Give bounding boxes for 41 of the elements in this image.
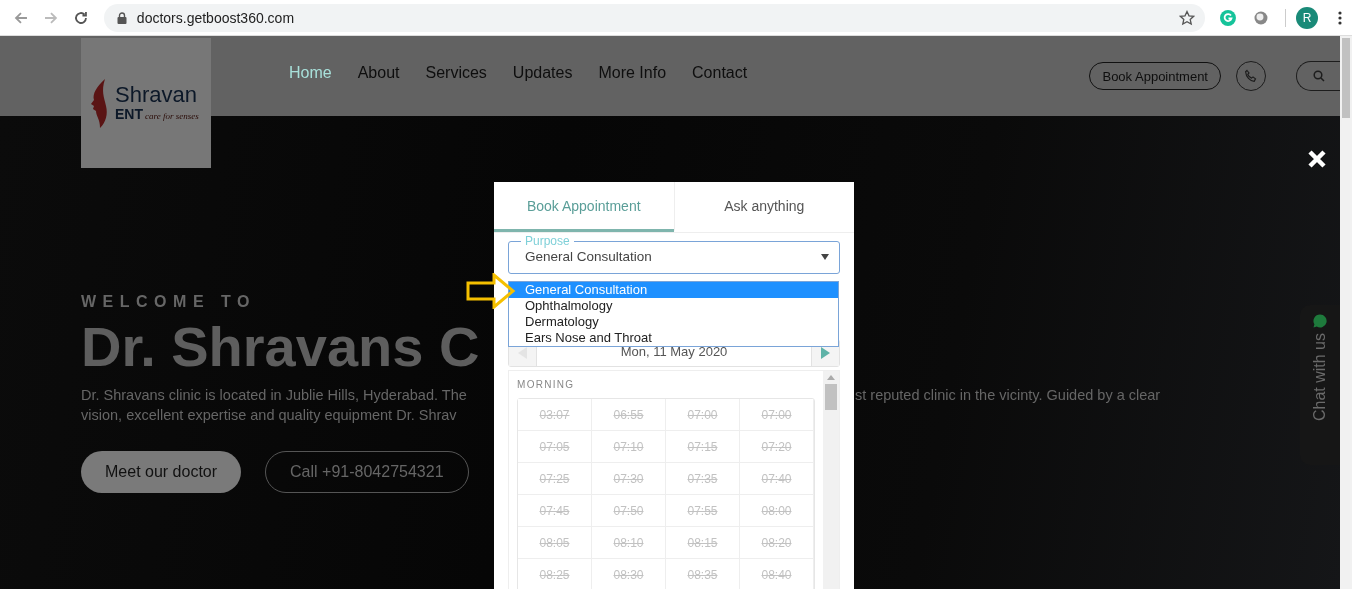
scrollbar-thumb[interactable] <box>825 384 837 410</box>
hero-description: Dr. Shravans clinic is located in Jublie Hills, Hyderabad. The <box>81 386 468 406</box>
search-icon <box>1312 70 1325 82</box>
dropdown-option[interactable]: Ophthalmology <box>509 298 838 314</box>
logo-tagline: care for senses <box>145 111 199 121</box>
nav-link[interactable]: Contact <box>692 64 748 82</box>
chat-bubble-icon <box>1312 313 1328 329</box>
nav-link[interactable]: Services <box>425 64 487 82</box>
logo[interactable]: Shravan ENT care for senses <box>81 38 211 168</box>
lock-icon <box>116 11 127 24</box>
nav-link[interactable]: Home <box>289 64 332 82</box>
close-icon[interactable] <box>1307 149 1327 169</box>
phone-icon <box>1244 69 1258 83</box>
nav-link[interactable]: Updates <box>512 64 573 82</box>
extension-icon[interactable] <box>1253 9 1270 26</box>
pointer-arrow-icon <box>466 273 516 309</box>
star-icon[interactable] <box>1179 9 1196 26</box>
up-triangle-icon <box>827 375 835 380</box>
welcome-text: WELCOME TO <box>81 293 257 311</box>
page-scrollbar[interactable] <box>1340 36 1352 589</box>
profile-avatar[interactable]: R <box>1296 6 1318 29</box>
section-heading: MORNING <box>517 379 576 390</box>
menu-icon[interactable] <box>1338 10 1342 25</box>
dropdown-option[interactable]: General Consultation <box>509 282 838 298</box>
dropdown-option[interactable]: Dermatology <box>509 314 838 330</box>
logo-name: Shravan <box>115 84 198 106</box>
reload-icon[interactable] <box>72 9 89 26</box>
hero-description: st reputed clinic in the vicinty. Guided by a clear <box>855 386 1161 406</box>
hero-description: vision, excellent expertise and quality equipment Dr. Shrav <box>81 406 458 426</box>
caret-icon <box>821 253 829 260</box>
hero-button[interactable]: Meet our doctor <box>81 451 242 494</box>
hero-title: Dr. Shravans C <box>81 315 481 380</box>
purpose-select[interactable]: Purpose General Consultation <box>508 236 840 274</box>
nav-link[interactable]: About <box>357 64 400 82</box>
logo-subtitle: ENT <box>115 106 143 122</box>
address-bar[interactable]: doctors.getboost360.com <box>103 3 1206 32</box>
extension-icon[interactable] <box>1219 8 1238 27</box>
right-triangle-icon <box>821 347 830 359</box>
left-triangle-icon <box>518 347 527 359</box>
scrollbar[interactable] <box>823 371 839 589</box>
nav-link[interactable]: More Info <box>598 64 667 82</box>
